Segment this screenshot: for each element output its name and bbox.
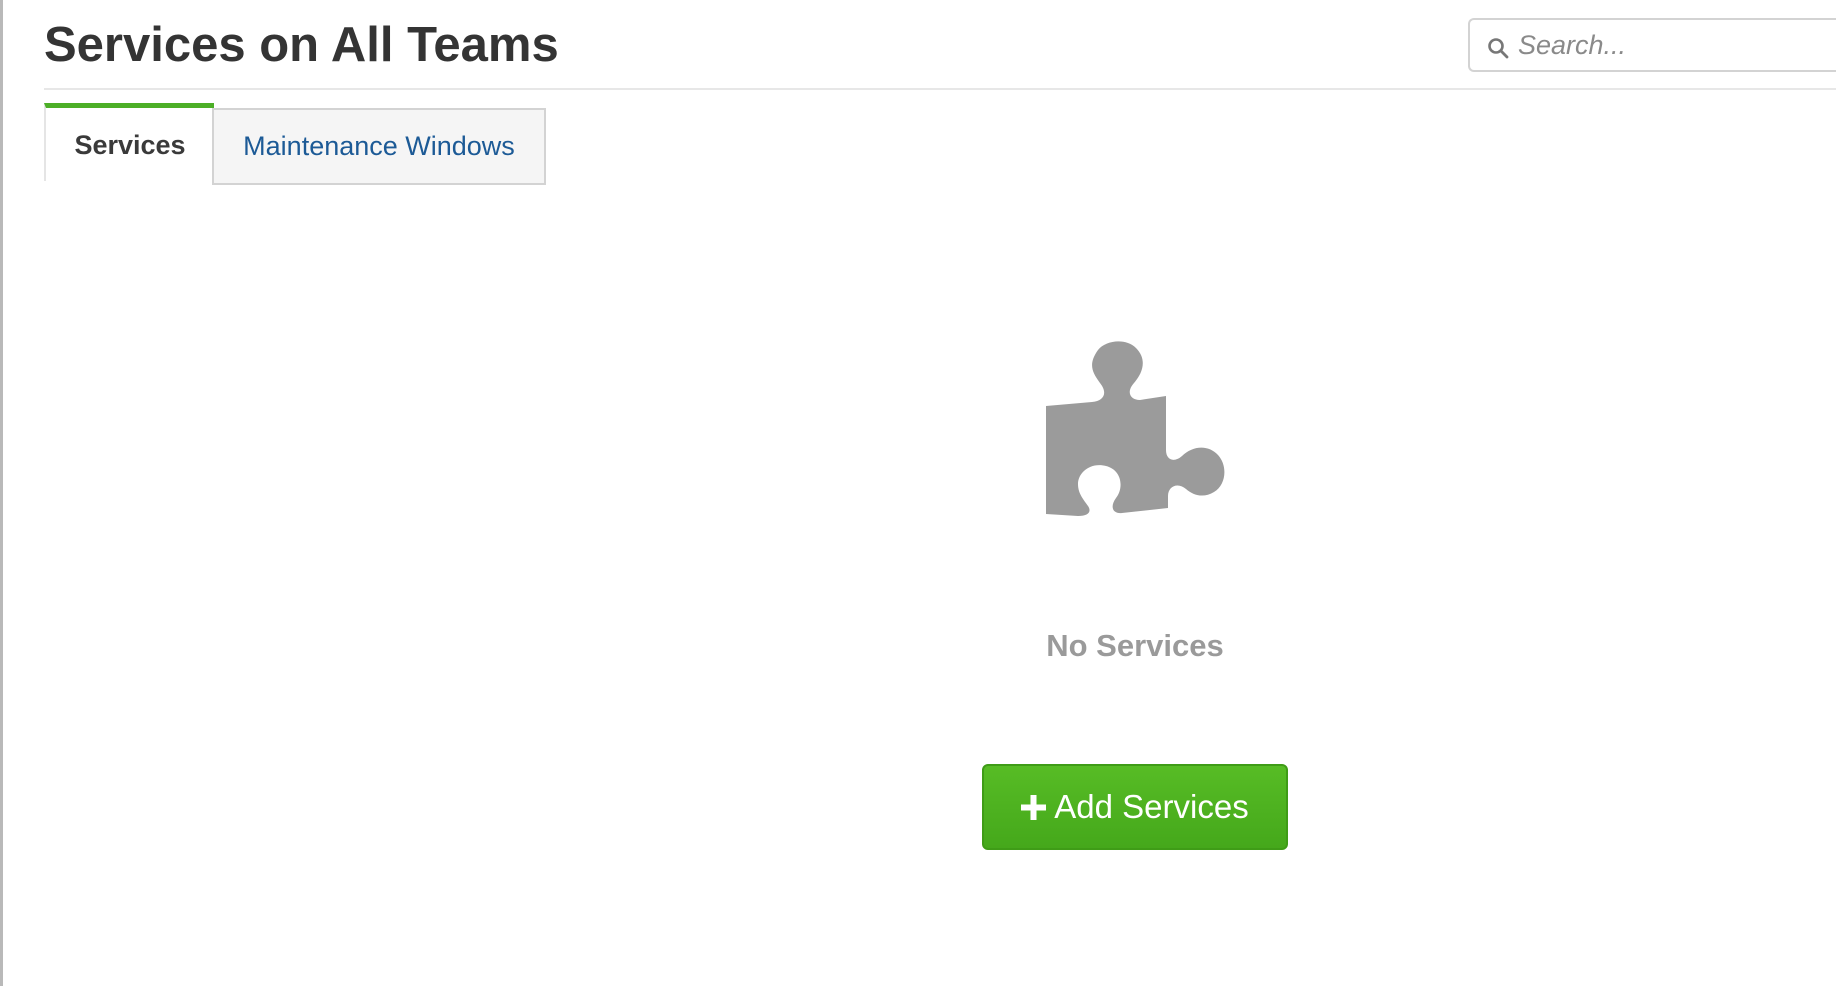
empty-state-message: No Services bbox=[1046, 628, 1224, 663]
tab-maintenance-windows[interactable]: Maintenance Windows bbox=[212, 108, 546, 185]
page-title: Services on All Teams bbox=[44, 18, 559, 72]
tab-services[interactable]: Services bbox=[44, 103, 214, 181]
window-left-border bbox=[0, 0, 3, 986]
search-box[interactable] bbox=[1468, 18, 1836, 72]
plus-icon bbox=[1021, 794, 1047, 820]
puzzle-piece-icon bbox=[1046, 341, 1225, 516]
search-icon bbox=[1488, 38, 1509, 59]
services-page: Services on All Teams Services Maintenan… bbox=[0, 0, 1836, 986]
add-services-button[interactable]: Add Services bbox=[982, 764, 1288, 850]
add-services-label: Add Services bbox=[1054, 788, 1249, 825]
search-input[interactable] bbox=[1518, 20, 1836, 70]
header-divider bbox=[44, 88, 1836, 90]
